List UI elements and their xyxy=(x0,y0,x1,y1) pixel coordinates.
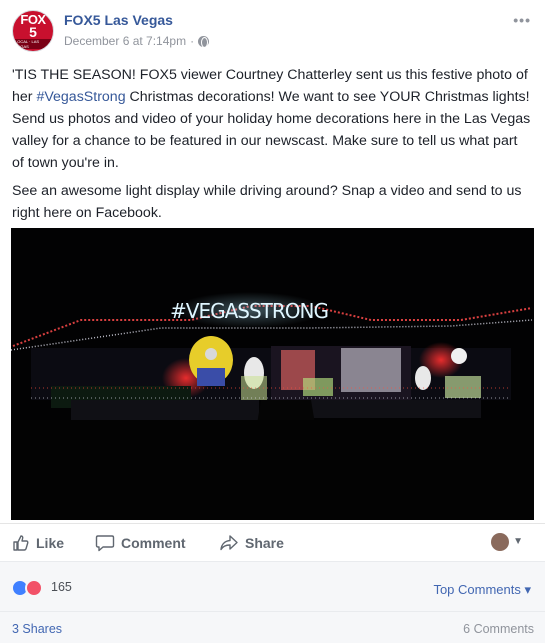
like-button[interactable]: Like xyxy=(12,534,64,552)
viewer-avatar[interactable] xyxy=(491,533,509,551)
caret-down-icon[interactable]: ▼ xyxy=(513,536,523,547)
post-paragraph-2: See an awesome light display while drivi… xyxy=(12,183,522,221)
like-label: Like xyxy=(36,535,65,551)
comment-bubble-icon xyxy=(95,535,115,552)
hashtag-link[interactable]: #VegasStrong xyxy=(36,89,125,105)
comment-button[interactable]: Comment xyxy=(95,534,186,552)
shares-count-link[interactable]: 3 Shares xyxy=(12,622,62,636)
photo-sign-text: #VEGASSTRONG xyxy=(170,299,328,323)
share-label: Share xyxy=(245,535,284,551)
post-paragraph-1: 'TIS THE SEASON! FOX5 viewer Courtney Ch… xyxy=(12,64,533,174)
reactions-bar: 165 Top Comments ▾ xyxy=(0,561,545,611)
reaction-icons[interactable] xyxy=(11,579,43,597)
love-reaction-icon xyxy=(25,579,43,597)
post-timestamp[interactable]: December 6 at 7:14pm xyxy=(64,34,186,48)
meta-separator: · xyxy=(190,34,195,48)
share-arrow-icon xyxy=(220,535,238,551)
share-button[interactable]: Share xyxy=(219,534,284,552)
reaction-count[interactable]: 165 xyxy=(51,580,72,594)
post-header: FOX 5 LOCAL · LAS VEGAS FOX5 Las Vegas D… xyxy=(12,10,533,56)
comments-count[interactable]: 6 Comments xyxy=(463,622,534,636)
post-footer: 3 Shares 6 Comments xyxy=(0,611,545,643)
globe-icon[interactable] xyxy=(198,35,210,48)
thumbs-up-icon xyxy=(13,535,29,551)
page-name-link[interactable]: FOX5 Las Vegas xyxy=(64,12,173,28)
avatar-logo-tag: LOCAL · LAS VEGAS xyxy=(13,39,53,49)
holiday-lights-photo: #VEGASSTRONG xyxy=(11,228,534,520)
post-message: 'TIS THE SEASON! FOX5 viewer Courtney Ch… xyxy=(12,64,533,230)
page-avatar[interactable]: FOX 5 LOCAL · LAS VEGAS xyxy=(12,10,54,52)
post-actions-bar: Like Comment Share ▼ xyxy=(0,523,545,561)
comment-label: Comment xyxy=(121,535,186,551)
more-options-icon[interactable]: ••• xyxy=(513,12,531,28)
post-meta: December 6 at 7:14pm · xyxy=(64,34,210,48)
top-comments-dropdown[interactable]: Top Comments ▾ xyxy=(433,582,531,598)
post-photo[interactable]: #VEGASSTRONG xyxy=(11,228,534,520)
avatar-logo-number: 5 xyxy=(29,24,37,40)
